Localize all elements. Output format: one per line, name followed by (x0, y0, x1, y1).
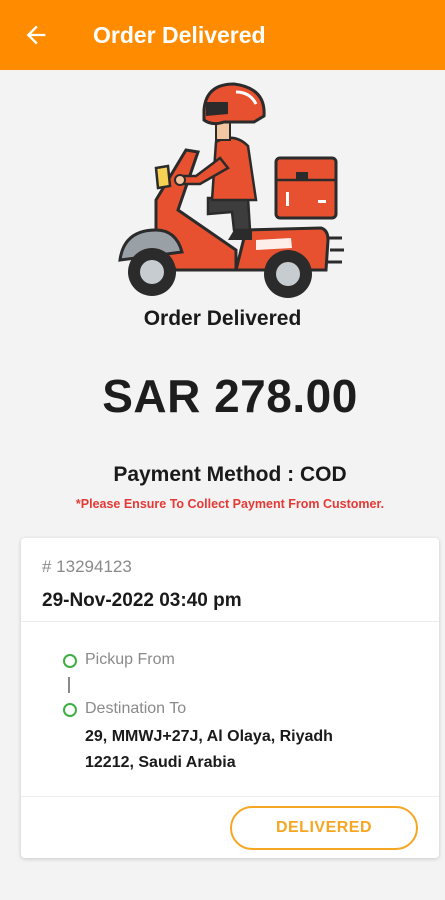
order-card: # 13294123 29-Nov-2022 03:40 pm Pickup F… (21, 538, 439, 858)
order-amount: SAR 278.00 (102, 370, 358, 422)
divider (21, 796, 439, 797)
destination-address: 29, MMWJ+27J, Al Olaya, Riyadh 12212, Sa… (85, 724, 395, 776)
pickup-dot-icon (63, 654, 77, 668)
destination-address-line-1: 29, MMWJ+27J, Al Olaya, Riyadh (85, 728, 333, 745)
destination-label: Destination To (85, 700, 187, 717)
destination-dot-icon (63, 703, 77, 717)
arrow-left-icon[interactable] (22, 21, 50, 49)
order-id: # 13294123 (42, 557, 132, 576)
pickup-label: Pickup From (85, 651, 175, 668)
payment-warning: *Please Ensure To Collect Payment From C… (75, 497, 385, 511)
app-bar: Order Delivered (0, 0, 445, 70)
payment-method: Payment Method : COD (113, 463, 347, 486)
order-status-label: Order Delivered (143, 307, 302, 330)
delivered-status-button[interactable]: DELIVERED (230, 806, 418, 850)
delivery-scooter-rider-icon (118, 82, 344, 298)
route-line (68, 677, 70, 693)
page-title: Order Delivered (93, 22, 266, 48)
order-datetime: 29-Nov-2022 03:40 pm (42, 590, 242, 611)
divider (21, 621, 439, 622)
destination-address-line-2: 12212, Saudi Arabia (85, 754, 236, 771)
